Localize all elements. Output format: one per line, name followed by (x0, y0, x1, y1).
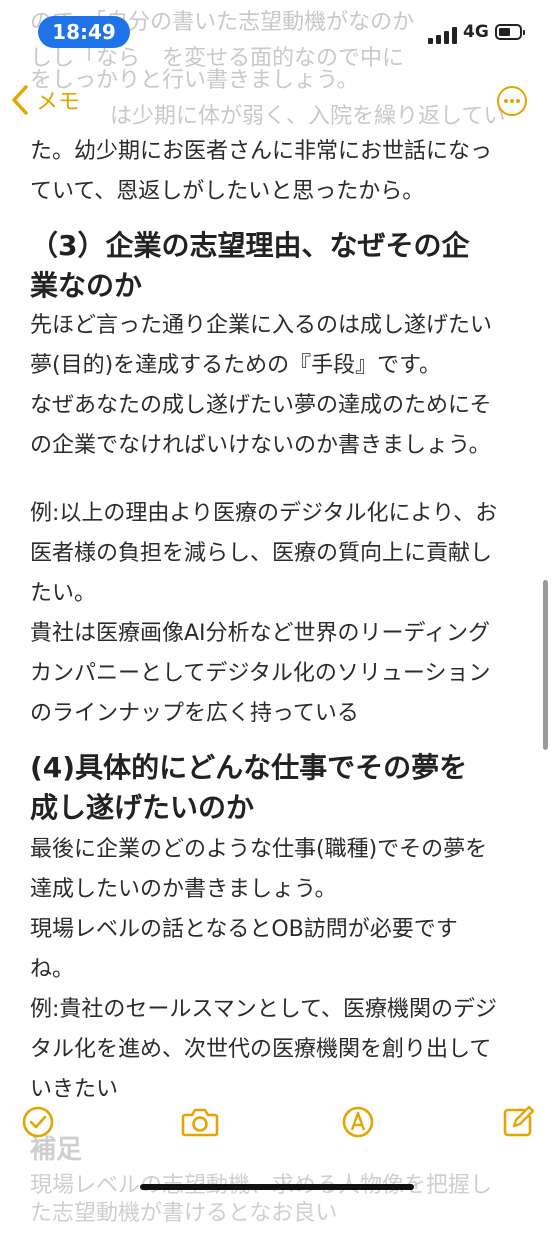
note-line: カンパニーとしてデジタル化のソリューション (30, 661, 491, 686)
checklist-icon[interactable] (20, 1104, 56, 1140)
network-type: 4G (463, 22, 489, 42)
note-line: 先ほど言った通り企業に入るのは成し遂げたい (30, 313, 493, 338)
more-options-icon[interactable] (497, 86, 527, 116)
note-line: 医者様の負担を減らし、医療の質向上に貢献し (30, 541, 493, 566)
compose-icon[interactable] (500, 1104, 536, 1140)
note-line: 例:貴社のセールスマンとして、医療機関のデジ (30, 997, 497, 1022)
note-line: 例:以上の理由より医療のデジタル化により、お (30, 501, 498, 526)
note-line: のラインナップを広く持っている (30, 701, 359, 726)
section-heading: 業なのか (30, 269, 143, 302)
status-bar: 18:49 4G (0, 0, 554, 60)
back-button[interactable]: メモ (8, 82, 80, 118)
section-heading: （3）企業の志望理由、なぜその企 (30, 229, 470, 262)
note-line: 貴社は医療画像AI分析など世界のリーディング (30, 621, 490, 646)
note-line: 夢(目的)を達成するための『手段』です。 (30, 353, 441, 378)
note-line: ね。 (30, 957, 75, 982)
note-line: の企業でなければいけないのか書きましょう。 (30, 433, 491, 458)
note-line: 現場レベルの話となるとOB訪問が必要です (30, 917, 458, 942)
faded-line: た志望動機が書けるとなお良い (30, 1201, 338, 1226)
cellular-signal-icon (428, 26, 460, 44)
camera-icon[interactable] (180, 1104, 220, 1140)
background-line: は少期に体が弱く、入院を繰り返してい (110, 104, 506, 129)
back-label: メモ (36, 90, 81, 115)
home-indicator[interactable] (140, 1184, 414, 1190)
note-line: たい。 (30, 581, 97, 606)
chevron-left-icon (12, 85, 28, 115)
note-line: 達成したいのか書きましょう。 (30, 877, 337, 902)
note-line: た。幼少期にお医者さんに非常にお世話になっ (30, 139, 493, 164)
note-line: ていて、恩返しがしたいと思ったから。 (30, 179, 425, 204)
section-heading: (4)具体的にどんな仕事でその夢を (30, 751, 468, 784)
battery-icon (495, 24, 525, 40)
scrollbar[interactable] (543, 580, 548, 750)
markup-icon[interactable] (340, 1104, 376, 1140)
section-heading: 成し遂げたいのか (30, 791, 255, 824)
note-line: 最後に企業のどのような仕事(職種)でその夢を (30, 837, 488, 862)
note-line: タル化を進め、次世代の医療機関を創り出して (30, 1037, 492, 1062)
status-time: 18:49 (38, 16, 130, 48)
note-line: なぜあなたの成し遂げたい夢の達成のためにそ (30, 393, 492, 418)
